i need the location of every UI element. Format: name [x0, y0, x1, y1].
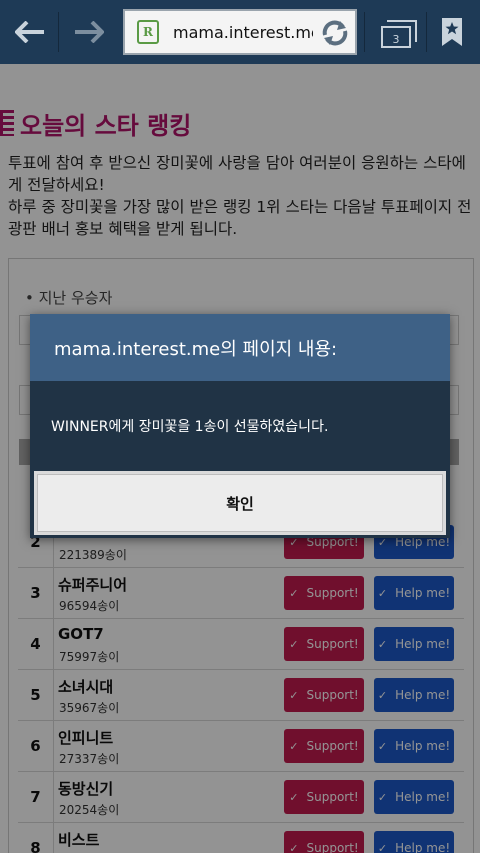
dialog-title: mama.interest.me의 페이지 내용: — [30, 314, 450, 381]
bookmark-star-icon — [442, 18, 462, 46]
site-favicon-icon: R — [137, 20, 159, 44]
tab-count: 3 — [392, 33, 400, 46]
forward-button[interactable] — [62, 0, 116, 64]
back-button[interactable] — [4, 0, 56, 64]
browser-toolbar: R mama.interest.me 3 — [0, 0, 480, 64]
dialog-message: WINNER에게 장미꽃을 1송이 선물하였습니다. — [51, 419, 329, 435]
address-bar[interactable]: R mama.interest.me — [123, 9, 357, 55]
toolbar-divider — [426, 12, 427, 52]
toolbar-divider — [58, 12, 59, 52]
dialog-button-area: 확인 — [34, 471, 446, 535]
tabs-button[interactable]: 3 — [368, 0, 424, 64]
arrow-left-icon — [15, 21, 44, 43]
bookmark-button[interactable] — [430, 0, 474, 64]
url-text: mama.interest.me — [173, 22, 313, 42]
tabs-icon: 3 — [381, 20, 417, 48]
toolbar-divider — [364, 12, 365, 52]
ok-button[interactable]: 확인 — [37, 474, 443, 532]
alert-dialog: mama.interest.me의 페이지 내용: WINNER에게 장미꽃을 … — [30, 314, 450, 538]
reload-icon — [322, 20, 348, 46]
arrow-right-icon — [75, 21, 104, 43]
reload-button[interactable] — [319, 17, 351, 53]
